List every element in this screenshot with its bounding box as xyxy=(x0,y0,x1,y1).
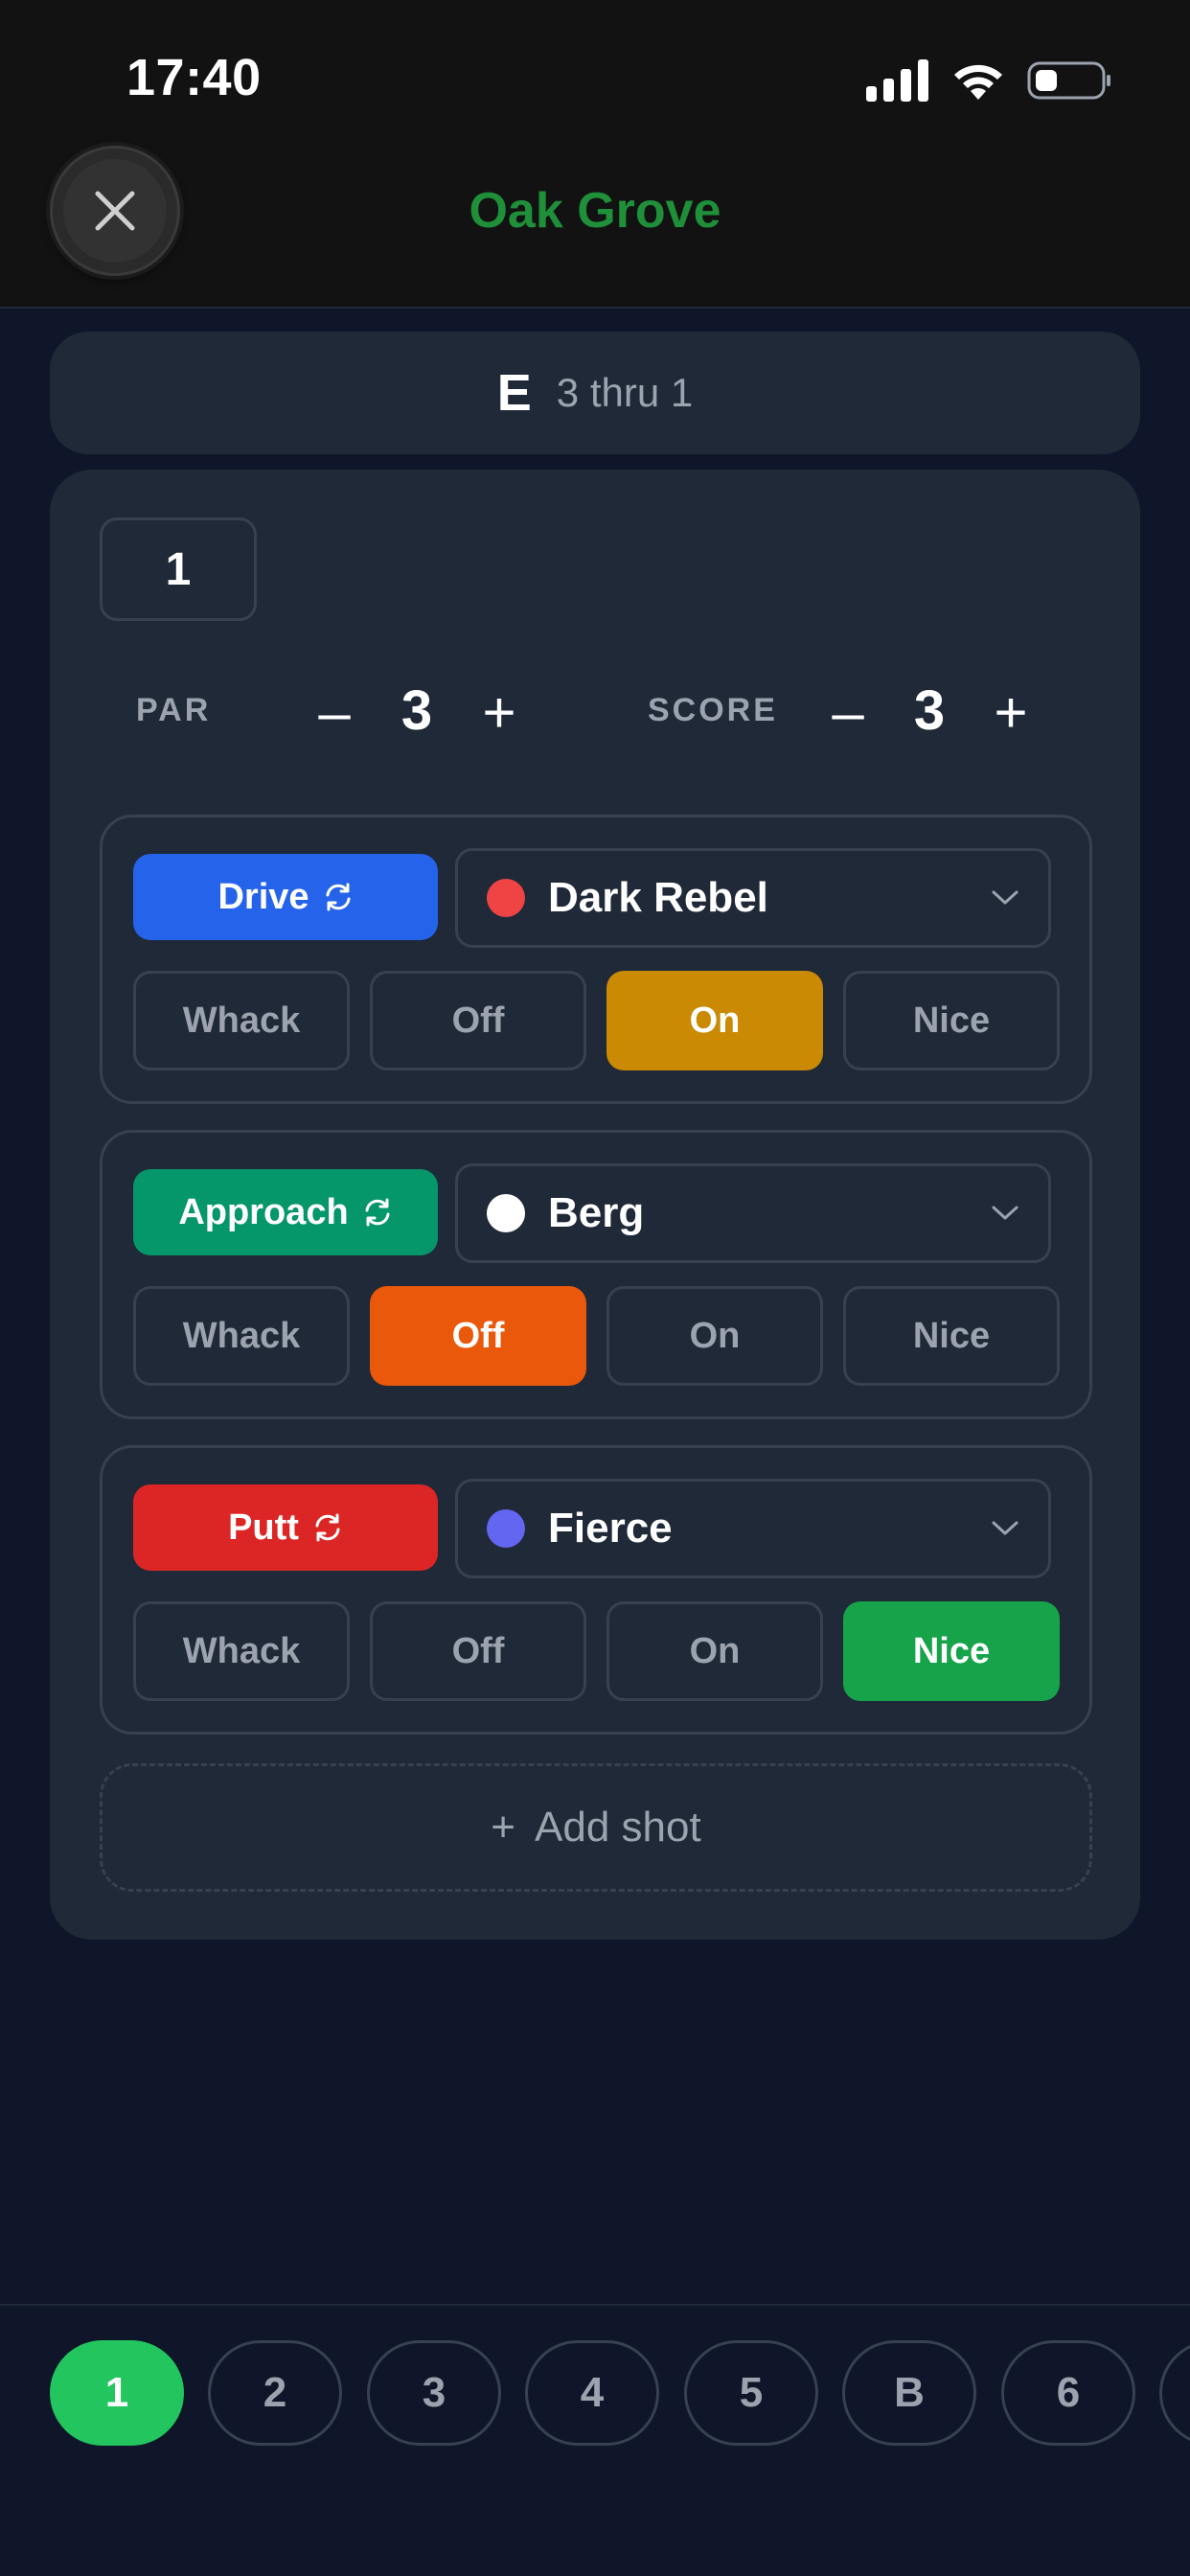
result-nice-button[interactable]: Nice xyxy=(843,971,1060,1070)
disc-select[interactable]: Dark Rebel xyxy=(455,848,1051,948)
status-icons xyxy=(866,59,1111,102)
result-off-button[interactable]: Off xyxy=(370,1286,586,1386)
add-shot-button[interactable]: + Add shot xyxy=(100,1763,1092,1892)
result-whack-button[interactable]: Whack xyxy=(133,1286,350,1386)
shot-type-button[interactable]: Drive xyxy=(133,854,438,940)
hole-pill-4[interactable]: 4 xyxy=(525,2340,659,2446)
course-title: Oak Grove xyxy=(469,183,721,239)
disc-name: Fierce xyxy=(548,1505,673,1552)
cellular-signal-icon xyxy=(866,59,928,102)
shot-card-putt: Putt Fierce Whack Off On Nice xyxy=(100,1445,1092,1735)
hole-pill-1[interactable]: 1 xyxy=(50,2340,184,2446)
result-options: Whack Off On Nice xyxy=(133,1286,1060,1386)
score-value: 3 xyxy=(913,679,946,742)
shot-type-label: Drive xyxy=(217,876,309,917)
result-nice-button[interactable]: Nice xyxy=(843,1286,1060,1386)
result-options: Whack Off On Nice xyxy=(133,971,1060,1070)
result-off-button[interactable]: Off xyxy=(370,971,586,1070)
chevron-down-icon xyxy=(992,1521,1018,1535)
shot-type-button[interactable]: Putt xyxy=(133,1484,438,1571)
hole-pill-b[interactable]: B xyxy=(842,2340,976,2446)
par-score-row: PAR – 3 + SCORE – 3 + xyxy=(50,678,1140,746)
top-bar: 17:40 Oak Grove xyxy=(0,0,1190,309)
hole-pill-next[interactable] xyxy=(1159,2340,1190,2446)
hole-pill-6[interactable]: 6 xyxy=(1001,2340,1135,2446)
result-whack-button[interactable]: Whack xyxy=(133,971,350,1070)
cycle-icon xyxy=(315,1513,340,1542)
disc-select[interactable]: Berg xyxy=(455,1163,1051,1263)
shot-type-label: Putt xyxy=(228,1506,299,1548)
score-decrement-button[interactable]: – xyxy=(814,678,881,746)
round-summary: E 3 thru 1 xyxy=(50,332,1140,454)
chevron-down-icon xyxy=(992,890,1018,905)
add-shot-label: Add shot xyxy=(535,1804,701,1851)
disc-color-dot xyxy=(487,1509,525,1548)
cycle-icon xyxy=(365,1198,390,1227)
result-on-button[interactable]: On xyxy=(606,1286,823,1386)
score-label: SCORE xyxy=(648,692,778,728)
hole-pill-5[interactable]: 5 xyxy=(684,2340,818,2446)
cycle-icon xyxy=(326,883,351,911)
par-value: 3 xyxy=(400,679,433,742)
chevron-down-icon xyxy=(992,1206,1018,1220)
shot-card-approach: Approach Berg Whack Off On Nice xyxy=(100,1130,1092,1419)
disc-name: Dark Rebel xyxy=(548,874,768,921)
shot-card-drive: Drive Dark Rebel Whack Off On Nice xyxy=(100,815,1092,1104)
result-on-button[interactable]: On xyxy=(606,1601,823,1701)
wifi-icon xyxy=(954,64,1002,100)
result-whack-button[interactable]: Whack xyxy=(133,1601,350,1701)
hole-card: 1 PAR – 3 + SCORE – 3 + Drive Dark Rebel… xyxy=(50,470,1140,1940)
disc-select[interactable]: Fierce xyxy=(455,1479,1051,1578)
par-increment-button[interactable]: + xyxy=(466,678,533,746)
plus-icon: + xyxy=(491,1804,515,1851)
result-off-button[interactable]: Off xyxy=(370,1601,586,1701)
hole-number[interactable]: 1 xyxy=(100,518,257,621)
hole-navigator: 1 2 3 4 5 B 6 xyxy=(0,2304,1190,2576)
result-options: Whack Off On Nice xyxy=(133,1601,1060,1701)
total-score: E xyxy=(496,364,532,422)
par-decrement-button[interactable]: – xyxy=(301,678,368,746)
battery-icon xyxy=(1027,61,1110,100)
disc-name: Berg xyxy=(548,1189,645,1236)
status-time: 17:40 xyxy=(126,49,262,106)
disc-color-dot xyxy=(487,879,525,917)
hole-pill-3[interactable]: 3 xyxy=(367,2340,501,2446)
hole-pill-2[interactable]: 2 xyxy=(208,2340,342,2446)
score-increment-button[interactable]: + xyxy=(977,678,1044,746)
par-label: PAR xyxy=(136,692,212,728)
disc-color-dot xyxy=(487,1194,525,1232)
thru-text: 3 thru 1 xyxy=(556,370,694,415)
scorecard-page: 17:40 Oak Grove E 3 thru 1 1 PAR – 3 + S… xyxy=(0,0,1190,2576)
result-on-button[interactable]: On xyxy=(606,971,823,1070)
shot-type-label: Approach xyxy=(178,1191,349,1232)
shot-type-button[interactable]: Approach xyxy=(133,1169,438,1255)
result-nice-button[interactable]: Nice xyxy=(843,1601,1060,1701)
